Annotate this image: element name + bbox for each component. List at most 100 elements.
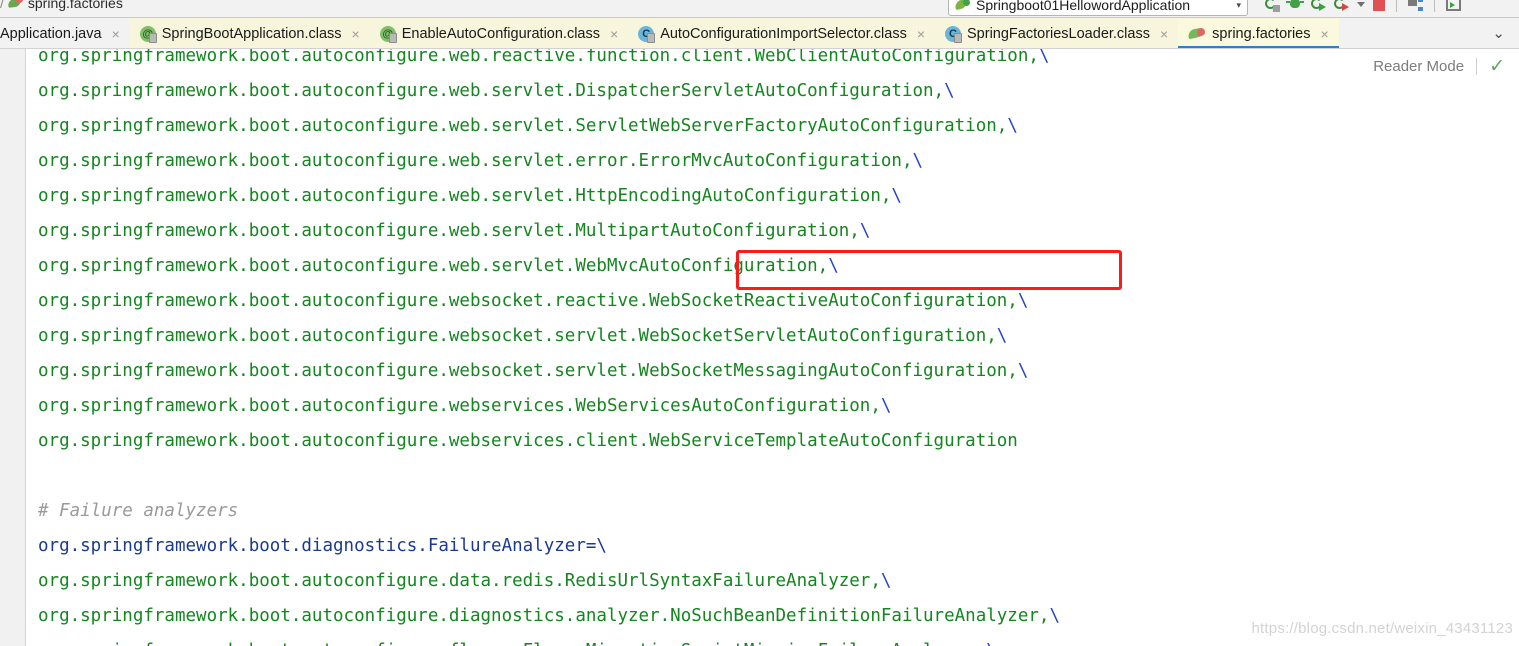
close-icon[interactable]: × xyxy=(352,26,360,42)
reader-mode-notification[interactable]: Reader Mode ✓ xyxy=(1373,57,1505,76)
line-continuation: \ xyxy=(996,326,1008,346)
code-line: org.springframework.boot.autoconfigure.w… xyxy=(27,49,1519,74)
run-with-profiler-icon[interactable] xyxy=(1311,0,1326,12)
code-line: org.springframework.boot.autoconfigure.w… xyxy=(27,389,1519,424)
line-continuation: \ xyxy=(891,186,902,206)
code-text: org.springframework.boot.autoconfigure.w… xyxy=(38,291,1018,311)
code-text: org.springframework.boot.autoconfigure.w… xyxy=(38,431,1018,451)
close-icon[interactable]: × xyxy=(917,26,925,42)
run-configuration-selector[interactable]: Springboot01HellowordApplication ▾ xyxy=(948,0,1248,16)
code-text: org.springframework.boot.autoconfigure.f… xyxy=(38,641,986,646)
close-icon[interactable]: × xyxy=(112,26,120,42)
editor-gutter[interactable] xyxy=(0,49,26,646)
line-continuation: \ xyxy=(1007,116,1018,136)
spring-boot-run-icon xyxy=(954,0,971,12)
close-icon[interactable]: × xyxy=(1321,26,1329,42)
tab-autoconfigurationimportselector-class[interactable]: C AutoConfigurationImportSelector.class … xyxy=(628,18,936,48)
toolbar-divider xyxy=(1396,0,1397,12)
check-icon[interactable]: ✓ xyxy=(1489,57,1505,76)
run-configuration-label: Springboot01HellowordApplication xyxy=(976,0,1191,13)
code-line: # Failure analyzers xyxy=(27,494,1519,529)
line-continuation: \ xyxy=(880,571,892,591)
line-continuation: \ xyxy=(859,221,871,241)
code-text: org.springframework.boot.autoconfigure.w… xyxy=(38,361,1018,381)
code-line: org.springframework.boot.autoconfigure.w… xyxy=(27,74,1519,109)
watermark: https://blog.csdn.net/weixin_43431123 xyxy=(1251,620,1513,637)
breadcrumb-separator: / xyxy=(0,0,4,11)
code-text: org.springframework.boot.autoconfigure.d… xyxy=(38,606,1050,626)
tab-label: SpringFactoriesLoader.class xyxy=(967,25,1150,42)
stop-icon[interactable] xyxy=(1373,0,1385,11)
spring-leaf-icon xyxy=(1187,26,1207,42)
line-continuation: \ xyxy=(1049,606,1060,626)
spring-leaf-icon xyxy=(7,0,24,10)
code-text: # Failure analyzers xyxy=(38,501,239,521)
toolbar-divider-2 xyxy=(1434,0,1435,12)
code-line: org.springframework.boot.autoconfigure.d… xyxy=(27,564,1519,599)
code-line: org.springframework.boot.diagnostics.Fai… xyxy=(27,529,1519,564)
idea-editor-window: / spring.factories Springboot01Helloword… xyxy=(0,0,1519,646)
editor-tab-bar: Application.java × @ SpringBootApplicati… xyxy=(0,18,1519,49)
tab-label: SpringBootApplication.class xyxy=(161,25,342,42)
close-icon[interactable]: × xyxy=(1160,26,1168,42)
breadcrumb[interactable]: / spring.factories xyxy=(0,0,123,11)
java-class-icon: C xyxy=(638,25,656,43)
code-text: org.springframework.boot.autoconfigure.w… xyxy=(38,326,997,346)
tab-springfactoriesloader-class[interactable]: C SpringFactoriesLoader.class × xyxy=(935,18,1179,48)
tab-label: spring.factories xyxy=(1212,25,1311,42)
debug-icon[interactable] xyxy=(1286,0,1304,12)
tab-label: AutoConfigurationImportSelector.class xyxy=(660,25,907,42)
annotation-class-icon: @ xyxy=(379,25,397,43)
line-continuation: \ xyxy=(1017,291,1029,311)
tab-label: Application.java xyxy=(0,25,102,42)
line-continuation: \ xyxy=(880,396,892,416)
code-text: org.springframework.boot.autoconfigure.w… xyxy=(38,396,881,416)
code-text: org.springframework.boot.autoconfigure.w… xyxy=(38,221,860,241)
code-line: org.springframework.boot.autoconfigure.w… xyxy=(27,319,1519,354)
tab-enableautoconfiguration-class[interactable]: @ EnableAutoConfiguration.class × xyxy=(369,18,629,48)
code-text: org.springframework.boot.diagnostics.Fai… xyxy=(38,536,607,556)
line-continuation: \ xyxy=(944,81,955,101)
layout-icon[interactable] xyxy=(1408,0,1423,11)
code-text: org.springframework.boot.autoconfigure.w… xyxy=(38,186,892,206)
breadcrumb-label: spring.factories xyxy=(27,0,123,11)
run-toolbar xyxy=(1265,0,1461,12)
close-icon[interactable]: × xyxy=(610,26,618,42)
top-strip: / spring.factories Springboot01Helloword… xyxy=(0,0,1519,18)
preview-icon[interactable] xyxy=(1446,0,1461,11)
java-class-icon: C xyxy=(945,25,963,43)
tab-application-java[interactable]: Application.java × xyxy=(0,18,130,48)
line-continuation: \ xyxy=(912,151,924,171)
profile-icon[interactable] xyxy=(1334,0,1349,12)
code-line: org.springframework.boot.autoconfigure.w… xyxy=(27,424,1519,459)
line-continuation: \ xyxy=(1017,361,1029,381)
tab-overflow-chevron-icon[interactable]: ⌄ xyxy=(1478,18,1519,48)
code-text: org.springframework.boot.autoconfigure.d… xyxy=(38,571,881,591)
code-text: org.springframework.boot.autoconfigure.w… xyxy=(38,81,945,101)
code-line: org.springframework.boot.autoconfigure.w… xyxy=(27,109,1519,144)
line-continuation: \ xyxy=(1038,49,1050,66)
divider xyxy=(1476,58,1478,75)
tab-label: EnableAutoConfiguration.class xyxy=(401,25,600,42)
run-with-coverage-icon[interactable] xyxy=(1265,0,1280,12)
code-text: org.springframework.boot.autoconfigure.w… xyxy=(38,116,1008,136)
chevron-down-icon[interactable]: ▾ xyxy=(1236,0,1241,11)
code-line: org.springframework.boot.autoconfigure.w… xyxy=(27,284,1519,319)
tab-spring-factories[interactable]: spring.factories × xyxy=(1178,18,1339,48)
code-line: org.springframework.boot.autoconfigure.w… xyxy=(27,249,1519,284)
code-line: org.springframework.boot.autoconfigure.w… xyxy=(27,144,1519,179)
code-line: org.springframework.boot.autoconfigure.w… xyxy=(27,354,1519,389)
code-text: org.springframework.boot.autoconfigure.w… xyxy=(38,151,913,171)
tab-springbootapplication-class[interactable]: @ SpringBootApplication.class × xyxy=(129,18,370,48)
more-dropdown-icon[interactable] xyxy=(1357,2,1365,7)
reader-mode-label: Reader Mode xyxy=(1373,58,1465,75)
editor-code-area[interactable]: org.springframework.boot.autoconfigure.w… xyxy=(27,49,1519,646)
annotation-class-icon: @ xyxy=(139,25,157,43)
code-line: org.springframework.boot.autoconfigure.w… xyxy=(27,179,1519,214)
line-continuation: \ xyxy=(828,256,839,276)
code-text: org.springframework.boot.autoconfigure.w… xyxy=(38,49,1039,66)
code-text: org.springframework.boot.autoconfigure.w… xyxy=(38,256,829,276)
code-line: org.springframework.boot.autoconfigure.w… xyxy=(27,214,1519,249)
code-editor[interactable]: org.springframework.boot.autoconfigure.w… xyxy=(0,49,1519,646)
